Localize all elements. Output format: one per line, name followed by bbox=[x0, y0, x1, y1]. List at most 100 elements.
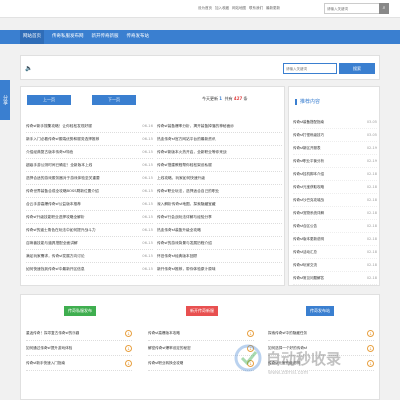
list-item[interactable]: 重返传奇！探寻复古传奇sf的乐趣 ↓ bbox=[26, 326, 132, 341]
list-item-title[interactable]: 热血传奇sf官方网站平台的最新资讯 bbox=[157, 133, 216, 145]
list-item[interactable]: 传奇sf职业平衡分析 02-19 bbox=[293, 155, 377, 168]
list-item-title[interactable]: 上线攻略，玩家如何快速升级 bbox=[157, 172, 205, 184]
list-item-title[interactable]: 传奇sf的游戏背景与发展历程介绍 bbox=[157, 237, 212, 249]
list-item[interactable]: 选择合适的游戏服务器对于游戏体验至关重要 06-15 bbox=[26, 172, 153, 185]
list-item[interactable]: 新开传奇sf推荐，带你体验原汁原味 bbox=[157, 263, 282, 276]
top-link[interactable]: 网站地图 bbox=[232, 6, 246, 11]
bottom-column-header[interactable]: 新开传奇新服 bbox=[186, 306, 218, 316]
list-item-title[interactable]: 传奇sf常见问题解答 bbox=[293, 272, 324, 284]
list-item[interactable]: 传奇sf新手快速入门指南 ↓ bbox=[26, 356, 132, 371]
list-item-title[interactable]: 传奇sf搭建教程帮你轻松架设私服 bbox=[157, 159, 212, 171]
list-item-title[interactable]: 传奇sf新版本火热开启，全新职业等你来战 bbox=[157, 146, 227, 158]
list-item-title[interactable]: 传奇sf装备搭配指南 bbox=[293, 116, 324, 128]
list-item-title[interactable]: 传奇sf活动汇总 bbox=[293, 246, 317, 258]
download-icon[interactable]: ↓ bbox=[125, 329, 132, 337]
list-item[interactable]: 传奇sf合区公告 02-18 bbox=[293, 220, 377, 233]
list-item[interactable]: 超级手游公测时间已确定！全新版本上线 06-15 bbox=[26, 159, 153, 172]
download-icon[interactable]: ↓ bbox=[125, 359, 132, 367]
list-item[interactable]: 介绍经典复古版本传奇sf特色 06-15 bbox=[26, 146, 153, 159]
bottom-column-header[interactable]: 传奇发布站 bbox=[306, 306, 334, 316]
nav-item[interactable]: 传奇私服发布网 bbox=[52, 30, 84, 44]
search-input[interactable] bbox=[283, 63, 337, 74]
list-item[interactable]: 传奇sf宠物系统详解 02-18 bbox=[293, 207, 377, 220]
list-item-title[interactable]: 传奇sf挂机脚本介绍 bbox=[293, 168, 324, 180]
list-item-title[interactable]: 超级手游公测时间已确定！全新版本上线 bbox=[26, 159, 92, 171]
list-item-title[interactable]: 怀旧传奇sf经典版本回顾 bbox=[157, 250, 197, 262]
list-item[interactable]: 传奇sf常见问题解答 02-18 bbox=[293, 272, 377, 285]
list-item-title[interactable]: 如何选择一个好的传奇sf bbox=[268, 341, 307, 355]
list-item-title[interactable]: 新手入门必看传奇sf服端优势和服务选择推荐 bbox=[26, 133, 99, 145]
list-item-title[interactable]: 传奇sf版本更新说明 bbox=[293, 233, 324, 245]
list-item-title[interactable]: 召唤兽技能与道具搭配全面讲解 bbox=[26, 237, 78, 249]
list-item-title[interactable]: 传奇sf新区开服表 bbox=[293, 142, 321, 154]
download-icon[interactable]: ↓ bbox=[125, 344, 132, 352]
list-item-title[interactable]: 传奇sf新手搜集攻略！让你轻松发现好服 bbox=[26, 120, 92, 132]
list-item-title[interactable]: 传奇sf装备爆率分析，揭开装备掉落的神秘面纱 bbox=[157, 120, 234, 132]
download-icon[interactable]: ↓ bbox=[247, 359, 254, 367]
list-item[interactable]: 上线攻略，玩家如何快速升级 bbox=[157, 172, 282, 185]
list-item[interactable]: 传奇sf装备爆率分析，揭开装备掉落的神秘面纱 bbox=[157, 120, 282, 133]
list-item[interactable]: 传奇sf升级技能职业选择攻略全解析 06-15 bbox=[26, 211, 153, 224]
list-item-title[interactable]: 传奇sf高爆版本攻略 bbox=[148, 326, 180, 340]
list-item-title[interactable]: 如何通过传奇sf提升游戏体验 bbox=[26, 341, 72, 355]
download-icon[interactable]: ↓ bbox=[247, 329, 254, 337]
list-item-title[interactable]: 传奇sf新手快速入门指南 bbox=[26, 356, 65, 370]
download-icon[interactable]: ↓ bbox=[247, 344, 254, 352]
search-button[interactable]: 搜索 bbox=[339, 63, 375, 74]
list-item[interactable]: 新手入门必看传奇sf服端优势和服务选择推荐 06-15 bbox=[26, 133, 153, 146]
list-item-title[interactable]: 传奇sf宠物系统详解 bbox=[293, 207, 324, 219]
top-link[interactable]: 加入收藏 bbox=[215, 6, 229, 11]
nav-item[interactable]: 传奇发布站 bbox=[127, 30, 150, 44]
list-item[interactable]: 传奇世界装备合成全攻略BOSS刷新位置介绍 06-15 bbox=[26, 185, 153, 198]
list-item-title[interactable]: 传奇sf职业玩法，选择适合自己的职业 bbox=[157, 185, 219, 197]
list-item[interactable]: 如何选择一个好的传奇sf ↓ bbox=[268, 341, 374, 356]
list-item[interactable]: 传奇sf版本更新说明 02-18 bbox=[293, 233, 377, 246]
download-icon[interactable]: ↓ bbox=[367, 329, 374, 337]
list-item[interactable]: 传奇sf的游戏背景与发展历程介绍 bbox=[157, 237, 282, 250]
nav-item[interactable]: 新开传奇新服 bbox=[92, 30, 119, 44]
list-item-title[interactable]: 传奇sf沙巴克攻城战 bbox=[293, 194, 324, 206]
top-link[interactable]: 最新更新 bbox=[266, 6, 280, 11]
list-item[interactable]: 传奇sf玩家交流 02-18 bbox=[293, 259, 377, 272]
list-item[interactable]: 如何快速找到传奇sf中最新开区信息 06-15 bbox=[26, 263, 153, 276]
list-item-title[interactable]: 传奇sf升级技能职业选择攻略全解析 bbox=[26, 211, 85, 223]
list-item[interactable]: 解密传奇sf爆率设定的秘密 ↓ bbox=[148, 341, 254, 356]
list-item-title[interactable]: 新开传奇sf推荐，带你体验原汁原味 bbox=[157, 263, 216, 275]
list-item[interactable]: 传奇sf职业玩法，选择适合自己的职业 bbox=[157, 185, 282, 198]
list-item[interactable]: 传奇sf高爆版本攻略 ↓ bbox=[148, 326, 254, 341]
list-item-title[interactable]: 解密传奇sf爆率设定的秘密 bbox=[148, 341, 191, 355]
list-item[interactable]: 传奇sf新手搜集攻略！让你轻松发现好服 06-16 bbox=[26, 120, 153, 133]
list-item-title[interactable]: 探索传奇sf中的隐藏任务 bbox=[268, 326, 307, 340]
top-search-input[interactable] bbox=[324, 3, 380, 14]
nav-home[interactable]: 网站首页 bbox=[20, 30, 44, 44]
list-item-title[interactable]: 如何快速找到传奇sf中最新开区信息 bbox=[26, 263, 85, 275]
list-item[interactable]: 传奇sf装备搭配指南 03-05 bbox=[293, 116, 377, 129]
list-item-title[interactable]: 传奇sf职业平衡分析 bbox=[293, 155, 324, 167]
list-item-title[interactable]: 传奇sf的道士角色在玩法中如何提升战斗力 bbox=[26, 224, 96, 236]
list-item-title[interactable]: 传奇sf元宝获取攻略 bbox=[293, 181, 324, 193]
share-side-tab[interactable]: 分享 bbox=[0, 80, 10, 120]
list-item-title[interactable]: 合云手游高爆传奇sf公益版本推荐 bbox=[26, 198, 81, 210]
list-item[interactable]: 怀旧传奇sf经典版本回顾 bbox=[157, 250, 282, 263]
list-item[interactable]: 传奇sf沙巴克攻城战 02-18 bbox=[293, 194, 377, 207]
list-item[interactable]: 满足玩家需求，传奇sf发展方向讨论 06-15 bbox=[26, 250, 153, 263]
list-item[interactable]: 传奇sf元宝获取攻略 02-18 bbox=[293, 181, 377, 194]
list-item[interactable]: 传奇sf元宝充值说明 ↓ bbox=[268, 356, 374, 371]
list-item[interactable]: 传奇sf新版本火热开启，全新职业等你来战 bbox=[157, 146, 282, 159]
list-item[interactable]: 传奇sf搭建教程帮你轻松架设私服 bbox=[157, 159, 282, 172]
list-item-title[interactable]: 传奇sf职业转换全攻略 bbox=[148, 356, 183, 370]
list-item[interactable]: 热血传奇sf装备升级全攻略 bbox=[157, 224, 282, 237]
list-item-title[interactable]: 传奇sf打怪练级技巧 bbox=[293, 129, 324, 141]
list-item-title[interactable]: 选择合适的游戏服务器对于游戏体验至关重要 bbox=[26, 172, 100, 184]
list-item-title[interactable]: 深入解析传奇sf地图，探索隐藏宝藏 bbox=[157, 198, 216, 210]
list-item[interactable]: 传奇sf的道士角色在玩法中如何提升战斗力 06-15 bbox=[26, 224, 153, 237]
list-item-title[interactable]: 介绍经典复古版本传奇sf特色 bbox=[26, 146, 73, 158]
list-item[interactable]: 传奇sf打怪练级技巧 03-05 bbox=[293, 129, 377, 142]
list-item-title[interactable]: 传奇sf玩家交流 bbox=[293, 259, 317, 271]
list-item-title[interactable]: 传奇sf合区公告 bbox=[293, 220, 317, 232]
top-link[interactable]: 设为首页 bbox=[198, 6, 212, 11]
prev-page-button[interactable]: 上一页 bbox=[27, 95, 71, 105]
list-item[interactable]: 深入解析传奇sf地图，探索隐藏宝藏 bbox=[157, 198, 282, 211]
list-item[interactable]: 传奇sf职业转换全攻略 ↓ bbox=[148, 356, 254, 371]
list-item[interactable]: 传奇sf行会战玩法详解与经验分享 bbox=[157, 211, 282, 224]
